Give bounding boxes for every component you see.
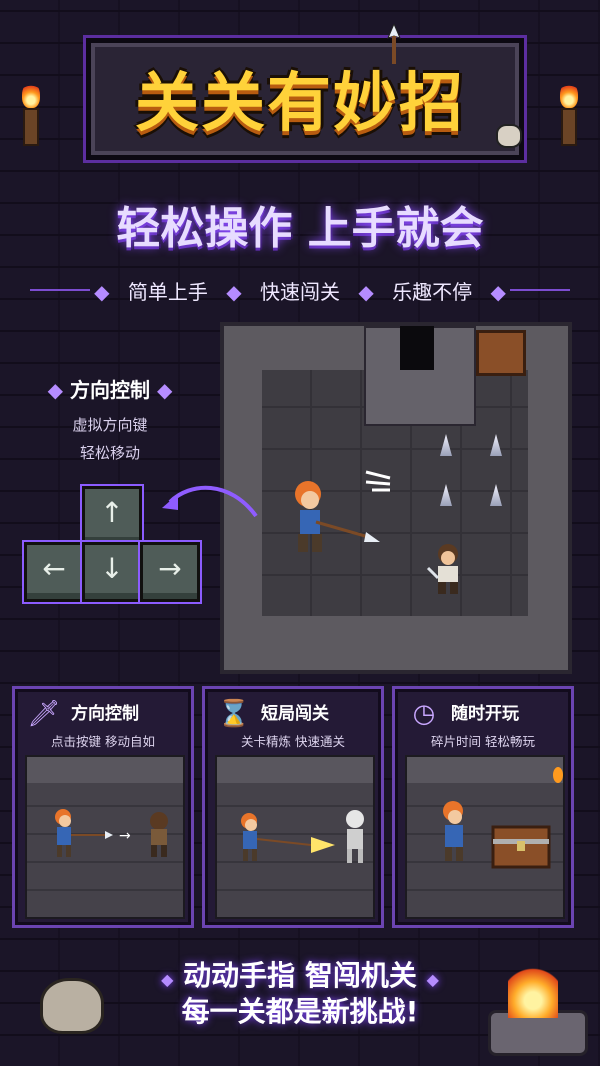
card-desc: 碎片时间 轻松畅玩: [431, 734, 535, 749]
diamond-icon: ◆: [47, 378, 64, 402]
control-title: ◆ 方向控制 ◆: [30, 374, 190, 403]
footer-line-1-text: 动动手指 智闯机关: [183, 959, 417, 992]
control-desc-1: 虚拟方向键: [72, 416, 148, 434]
sparkle-icon: ◆: [426, 970, 439, 989]
curved-arrow-icon: [162, 485, 258, 518]
card-title: 随时开玩: [451, 704, 519, 724]
footer-line-2: 每一关都是新挑战!: [181, 995, 419, 1028]
sword-icon: 🗡: [27, 699, 61, 729]
treasure-chest-icon: [476, 330, 526, 376]
dungeon-map: [220, 322, 572, 674]
hourglass-icon: ⌛: [217, 699, 251, 729]
tag-easy: 简单上手: [127, 280, 208, 304]
diamond-icon: ◆: [490, 280, 506, 304]
feature-card-short-levels: ⌛ 短局闯关 关卡精炼 快速通关: [202, 686, 384, 928]
left-key-button[interactable]: ←: [24, 542, 84, 602]
feature-tags: ◆ 简单上手 ◆ 快速闯关 ◆ 乐趣不停 ◆: [0, 276, 600, 305]
card-scene: [215, 755, 375, 919]
game-title: 关关有妙招: [135, 67, 465, 141]
bandit-enemy: [424, 542, 474, 600]
tag-fast: 快速闯关: [260, 280, 340, 304]
wall-torch-icon: [553, 767, 563, 783]
dark-doorway: [400, 326, 434, 370]
up-key-button[interactable]: ↑: [82, 486, 142, 546]
diamond-icon: ◆: [94, 280, 110, 304]
diamond-icon: ◆: [226, 280, 242, 304]
tag-fun: 乐趣不停: [392, 280, 473, 304]
sparkle-icon: ◆: [161, 970, 174, 989]
down-key-button[interactable]: ↓: [82, 542, 142, 602]
card-desc: 关卡精炼 快速通关: [241, 734, 345, 749]
skull-icon: [496, 124, 522, 148]
torch-left-icon: [18, 82, 44, 146]
svg-text:→: →: [119, 828, 131, 844]
footer-line-1: ◆ 动动手指 智闯机关 ◆: [0, 954, 600, 994]
right-key-button[interactable]: →: [140, 542, 200, 602]
card-title: 方向控制: [71, 704, 139, 724]
card-scene: →: [25, 755, 185, 919]
card-title: 短局闯关: [261, 704, 329, 724]
subtitle: 轻松操作 上手就会: [116, 203, 484, 254]
card-scene: [405, 755, 565, 919]
diamond-icon: ◆: [156, 378, 173, 402]
clock-icon: ◷: [412, 699, 436, 729]
control-title-text: 方向控制: [70, 378, 150, 402]
swing-effect-icon: [364, 466, 394, 500]
feature-card-direction: 🗡 方向控制 点击按键 移动自如 →: [12, 686, 194, 928]
control-desc-2: 轻松移动: [79, 444, 140, 462]
diamond-icon: ◆: [358, 280, 374, 304]
torch-right-icon: [556, 82, 582, 146]
feature-card-play-anytime: ◷ 随时开玩 碎片时间 轻松畅玩: [392, 686, 574, 928]
card-desc: 点击按键 移动自如: [51, 734, 155, 749]
